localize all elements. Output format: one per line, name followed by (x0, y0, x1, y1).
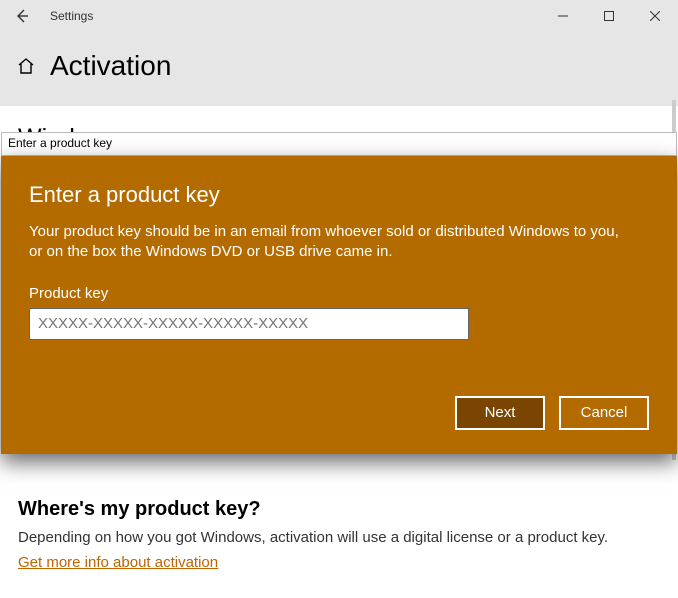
back-button[interactable] (8, 2, 36, 30)
info-text: Depending on how you got Windows, activa… (18, 529, 666, 546)
dialog-titlebar: Enter a product key (1, 132, 677, 156)
page-title: Activation (50, 50, 171, 82)
next-button[interactable]: Next (455, 396, 545, 430)
more-info-link[interactable]: Get more info about activation (18, 554, 218, 571)
home-icon[interactable] (16, 56, 36, 76)
page-header: Activation (0, 32, 678, 106)
cancel-button[interactable]: Cancel (559, 396, 649, 430)
product-key-input[interactable] (29, 308, 469, 340)
dialog-button-row: Next Cancel (29, 396, 649, 430)
window-title: Settings (50, 9, 93, 23)
info-heading: Where's my product key? (18, 498, 666, 521)
product-key-label: Product key (29, 285, 649, 302)
dialog-heading: Enter a product key (29, 182, 649, 208)
window-controls (540, 0, 678, 32)
product-key-dialog: Enter a product key Your product key sho… (1, 156, 677, 454)
close-button[interactable] (632, 0, 678, 32)
minimize-button[interactable] (540, 0, 586, 32)
window-titlebar: Settings (0, 0, 678, 32)
info-section: Where's my product key? Depending on how… (18, 498, 666, 571)
maximize-button[interactable] (586, 0, 632, 32)
dialog-description: Your product key should be in an email f… (29, 222, 629, 263)
